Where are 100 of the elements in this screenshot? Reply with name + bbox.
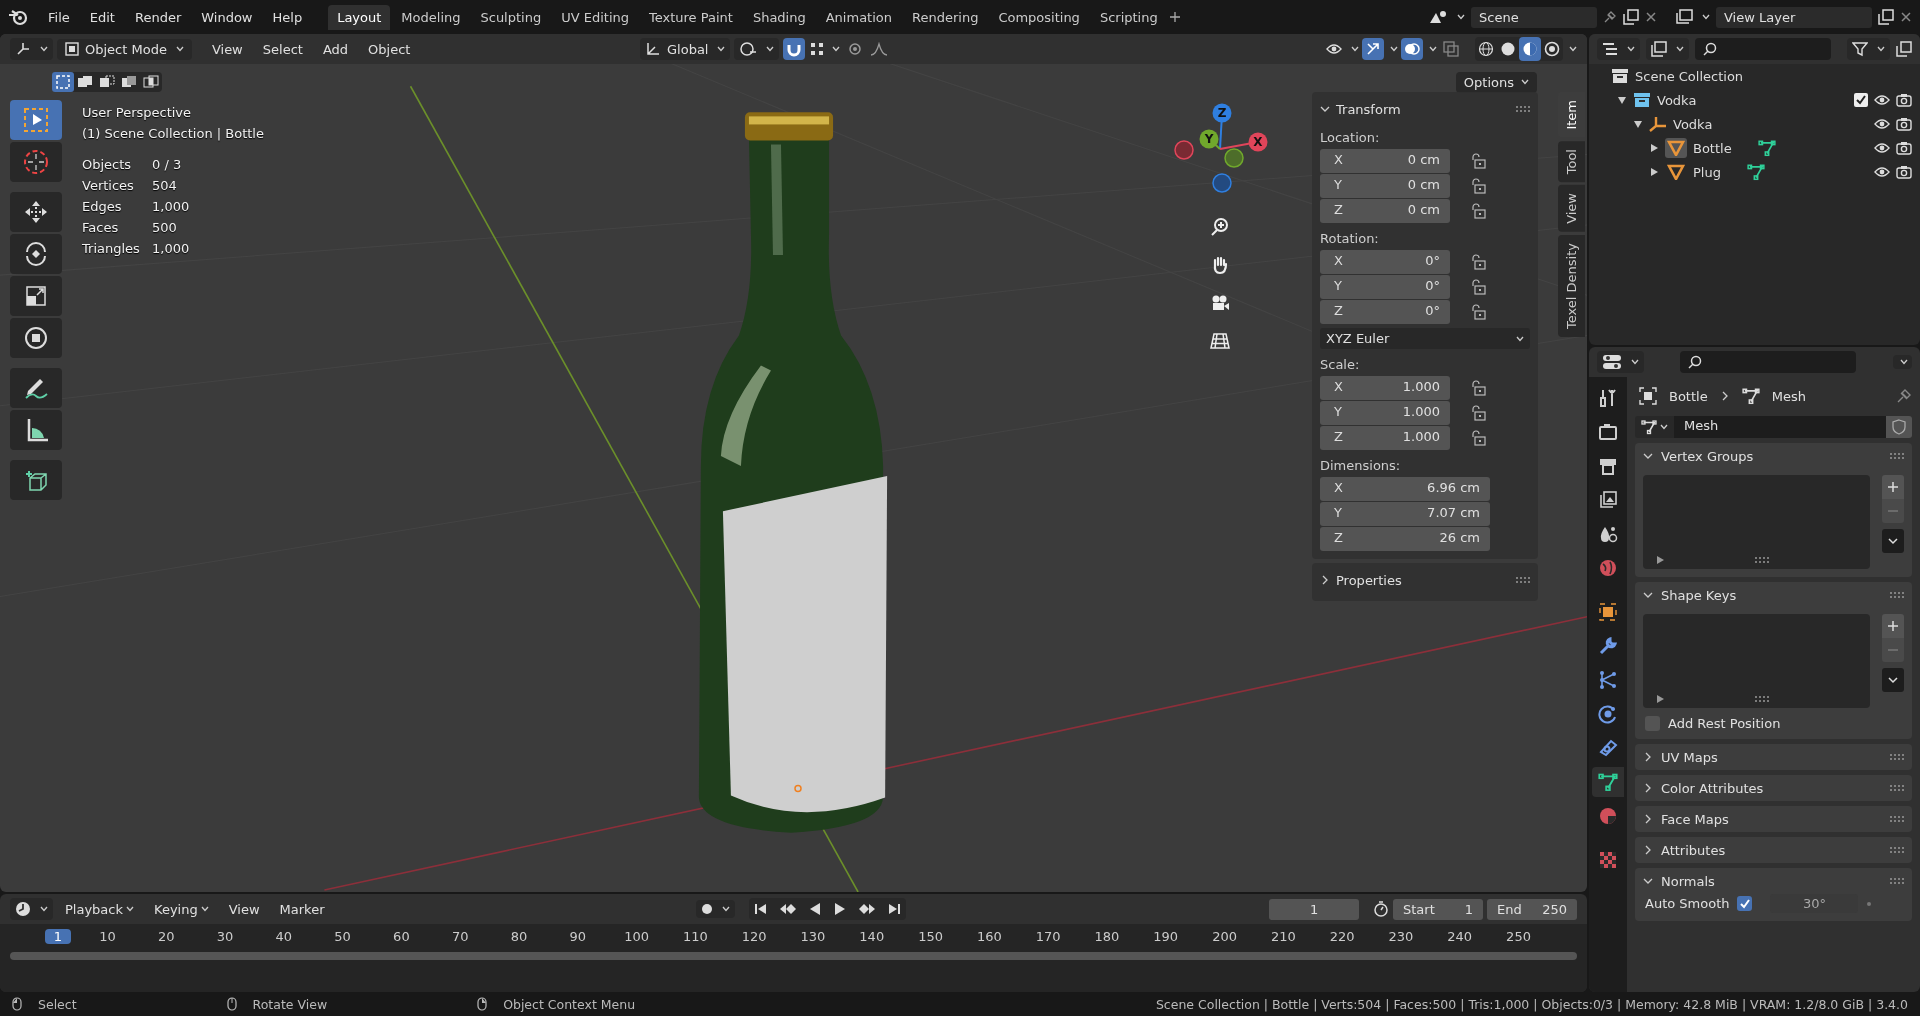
frame-number: 70 bbox=[450, 928, 470, 944]
mesh-name-field[interactable]: Mesh bbox=[1674, 416, 1886, 438]
group-label: Rotation: bbox=[1320, 231, 1380, 246]
menu-item[interactable]: View bbox=[203, 38, 251, 60]
workspace-tab[interactable]: Layout bbox=[328, 4, 391, 30]
options-dropdown[interactable]: Options bbox=[1455, 71, 1537, 93]
number-field[interactable]: Y 7.07 cm bbox=[1320, 502, 1490, 526]
group-label: Scale: bbox=[1320, 357, 1361, 372]
menu-item[interactable]: Object bbox=[360, 38, 419, 60]
menu-item[interactable]: Help bbox=[264, 6, 311, 28]
current-frame-field[interactable]: 1 bbox=[1269, 898, 1359, 920]
breadcrumb-item: Mesh bbox=[1771, 388, 1806, 404]
outliner-row[interactable]: Scene Collection bbox=[1589, 64, 1920, 88]
workspace-tab[interactable]: Modeling bbox=[392, 4, 470, 30]
menu-item[interactable]: Keying bbox=[146, 898, 217, 920]
outliner-row[interactable]: Vodka bbox=[1621, 112, 1920, 136]
workspace-tab[interactable]: Shading bbox=[743, 4, 815, 30]
frame-number: 30 bbox=[215, 928, 235, 944]
view-name: User Perspective bbox=[82, 104, 193, 122]
transform-panel-header[interactable]: Transform bbox=[1320, 96, 1530, 122]
menu-item[interactable]: Marker bbox=[271, 898, 333, 920]
frame-number: 80 bbox=[509, 928, 529, 944]
checkbox-label: Add Rest Position bbox=[1668, 716, 1781, 731]
frame-number: 200 bbox=[1211, 928, 1238, 944]
frame-number: 180 bbox=[1093, 928, 1121, 944]
frame-number: 50 bbox=[333, 928, 352, 944]
frame-number: 140 bbox=[858, 928, 886, 944]
number-field[interactable]: X 1.000 bbox=[1320, 376, 1450, 400]
stat-value: 500 bbox=[152, 219, 178, 237]
workspace-tab[interactable]: Rendering bbox=[903, 4, 988, 30]
menu-item[interactable]: Playback bbox=[57, 898, 142, 920]
sidebar-tab[interactable]: Tool bbox=[1558, 140, 1585, 182]
panel-header[interactable]: Shape Keys bbox=[1643, 582, 1904, 608]
axis-gizmo-drawing[interactable]: Z Y X bbox=[1165, 94, 1275, 204]
stat-label: Edges bbox=[82, 198, 123, 216]
outliner-row[interactable]: Plug bbox=[1637, 160, 1920, 184]
outliner-item-name[interactable]: Bottle bbox=[1693, 140, 1732, 156]
number-field[interactable]: X 6.96 cm bbox=[1320, 477, 1490, 501]
number-field[interactable]: Z 0 cm bbox=[1320, 199, 1450, 223]
frame-number: 100 bbox=[623, 928, 650, 944]
number-field[interactable]: Y 0° bbox=[1320, 275, 1450, 299]
number-field[interactable]: Z 0° bbox=[1320, 300, 1450, 324]
menu-item[interactable]: Window bbox=[193, 6, 261, 28]
number-field[interactable]: X 0 cm bbox=[1320, 149, 1450, 173]
outliner-row[interactable]: Bottle bbox=[1637, 136, 1920, 160]
status-hint: Rotate View bbox=[226, 996, 328, 1012]
number-field[interactable]: Z 1.000 bbox=[1320, 426, 1450, 450]
workspace-tab[interactable]: Scripting bbox=[1090, 4, 1167, 30]
outliner-row[interactable]: Vodka bbox=[1605, 88, 1920, 112]
stat-value: 504 bbox=[152, 177, 178, 195]
frame-number: 10 bbox=[98, 928, 117, 944]
angle-field[interactable]: 30° bbox=[1770, 894, 1859, 913]
collection-path: (1) Scene Collection | Bottle bbox=[82, 125, 264, 143]
number-field[interactable]: Y 0 cm bbox=[1320, 174, 1450, 198]
outliner-item-name[interactable]: Scene Collection bbox=[1635, 68, 1744, 84]
status-statistics: Scene Collection | Bottle | Verts:504 | Faces:500 | Tris:1,000 | Objects:0/3 | Memory: 42.8 MiB | VRAM: 1.2/8.0 GiB | 3.4.0 bbox=[1155, 996, 1908, 1012]
frame-number: 210 bbox=[1269, 928, 1297, 944]
workspace-tab[interactable]: Texture Paint bbox=[640, 4, 742, 30]
workspace-tab[interactable]: Compositing bbox=[989, 4, 1089, 30]
stat-label: Objects bbox=[82, 156, 133, 174]
outliner-item-name[interactable]: Plug bbox=[1693, 164, 1721, 180]
stat-label: Vertices bbox=[82, 177, 135, 195]
stat-value: 1,000 bbox=[152, 240, 191, 258]
workspace-tab[interactable]: Animation bbox=[816, 4, 901, 30]
sidebar-tab[interactable]: View bbox=[1558, 184, 1585, 232]
number-field[interactable]: X 0° bbox=[1320, 250, 1450, 274]
number-field[interactable]: Z 26 cm bbox=[1320, 527, 1490, 551]
menu-item[interactable]: Select bbox=[254, 38, 311, 60]
frame-number: 170 bbox=[1034, 928, 1062, 944]
frame-number: 250 bbox=[1505, 928, 1532, 944]
menu-item[interactable]: Edit bbox=[81, 6, 123, 28]
number-field[interactable]: Y 1.000 bbox=[1320, 401, 1450, 425]
scene-field[interactable]: Scene bbox=[1471, 6, 1597, 28]
workspace-tab[interactable]: Sculpting bbox=[471, 4, 551, 30]
outliner-item-name[interactable]: Vodka bbox=[1657, 92, 1697, 108]
menu-item[interactable]: View bbox=[220, 898, 268, 920]
frame-number: 110 bbox=[681, 928, 709, 944]
workspace-tab[interactable]: UV Editing bbox=[552, 4, 638, 30]
stat-value: 1,000 bbox=[152, 198, 191, 216]
frame-number: 150 bbox=[917, 928, 944, 944]
frame-number: 20 bbox=[156, 928, 176, 944]
end-frame-field[interactable]: End 250 bbox=[1487, 898, 1577, 920]
view-layer-field[interactable]: View Layer bbox=[1716, 6, 1872, 28]
menu-item[interactable]: Add bbox=[314, 38, 357, 60]
frame-number: 130 bbox=[799, 928, 827, 944]
panel-header[interactable]: Normals bbox=[1643, 868, 1904, 894]
group-label: Dimensions: bbox=[1320, 458, 1402, 473]
checkbox-label: Auto Smooth bbox=[1645, 896, 1730, 911]
playhead-frame[interactable]: 1 bbox=[45, 928, 71, 944]
rotation-mode-dropdown[interactable]: XYZ Euler bbox=[1320, 328, 1530, 349]
start-frame-field[interactable]: Start 1 bbox=[1393, 898, 1483, 920]
sidebar-tab[interactable]: Texel Density bbox=[1558, 234, 1585, 337]
mode-dropdown[interactable]: Object Mode bbox=[57, 38, 192, 60]
menu-item[interactable]: File bbox=[40, 6, 78, 28]
menu-item[interactable]: Render bbox=[126, 6, 190, 28]
outliner-item-name[interactable]: Vodka bbox=[1673, 116, 1713, 132]
breadcrumb-item: Bottle bbox=[1669, 388, 1708, 404]
orientation-dropdown[interactable]: Global bbox=[640, 38, 731, 60]
panel-header[interactable]: Vertex Groups bbox=[1643, 443, 1904, 469]
status-hint: Select bbox=[12, 996, 77, 1012]
